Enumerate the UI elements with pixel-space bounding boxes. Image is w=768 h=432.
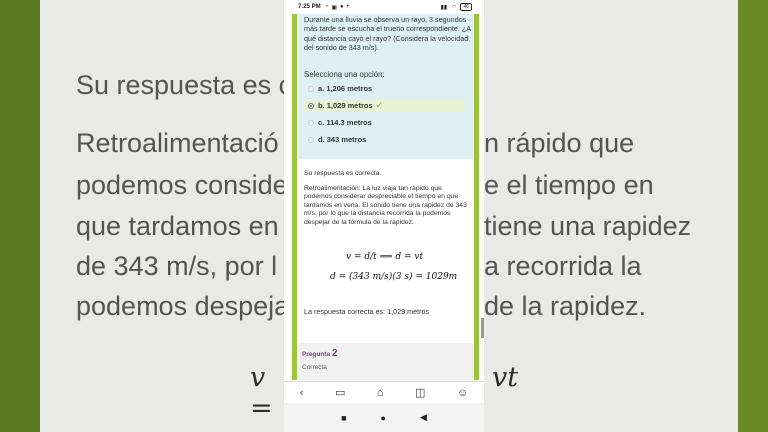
book-icon[interactable]: ▭: [335, 386, 345, 399]
pregunta-box[interactable]: Pregunta 2 Correcta: [298, 343, 473, 381]
formula-1: v = d/t ⟹ d = vt: [346, 252, 424, 262]
background-left-green-edge: [0, 0, 40, 432]
home-button-icon[interactable]: ●: [381, 413, 386, 423]
status-notification-icons: ◔ ▣ ● •: [325, 4, 349, 11]
radio-b[interactable]: [308, 102, 314, 109]
option-a[interactable]: a. 1,206 metros: [304, 82, 466, 95]
bg-line-3b: e el tiempo en: [484, 170, 654, 200]
bg-line-1: Su respuesta es c: [76, 70, 293, 100]
bg-line-5b: a recorrida la: [484, 251, 642, 281]
bg-line-6: podemos despeja: [76, 291, 290, 321]
bg-line-3: podemos conside: [76, 170, 288, 200]
scrollbar[interactable]: [481, 318, 484, 338]
bg-line-6b: de la rapidez.: [484, 291, 647, 321]
phone-screen: 7:25 PM ◔ ▣ ● • ▮▮ ◠ 46 Durante una lluv…: [284, 0, 484, 432]
radio-a[interactable]: [308, 85, 314, 92]
alarm-icon: ◔: [324, 3, 329, 10]
pregunta-number: 2: [331, 348, 338, 359]
select-option-label: Selecciona una opción:: [304, 70, 385, 79]
back-button-icon[interactable]: ◀: [420, 412, 427, 423]
status-right: ▮▮ ◠ 46: [441, 3, 472, 11]
question-box: Durante una lluvia se observa un rayo, 3…: [298, 14, 473, 159]
option-d[interactable]: d. 343 metros: [304, 133, 466, 146]
option-a-label: a. 1,206 metros: [318, 84, 373, 93]
recent-apps-icon[interactable]: ■: [341, 413, 346, 423]
option-b[interactable]: b. 1,029 metros ✓: [304, 99, 466, 112]
bg-line-2: Retroalimentació: [76, 128, 279, 158]
pregunta-text: Pregunta: [302, 351, 331, 358]
option-b-label: b. 1,029 metros: [318, 101, 373, 110]
browser-nav-bar: ‹ ▭ ⌂ ◫ ☺: [284, 381, 484, 403]
back-icon[interactable]: ‹: [300, 387, 304, 399]
option-d-label: d. 343 metros: [318, 135, 367, 144]
battery-icon: 46: [460, 3, 472, 11]
pregunta-state: Correcta: [302, 364, 327, 371]
background-right-green-edge: [738, 0, 768, 432]
page-left-green-border: [292, 14, 297, 380]
more-icon: •: [346, 3, 349, 10]
background-right-panel: n rápido que e el tiempo en tiene una ra…: [480, 0, 738, 432]
system-nav-bar: ■ ● ◀: [284, 403, 484, 432]
check-icon: ✓: [375, 100, 384, 110]
home-icon[interactable]: ⌂: [377, 387, 384, 399]
feedback-section: Su respuesta es correcta. Retroalimentac…: [298, 170, 473, 228]
bg-line-2b: n rápido que: [484, 128, 635, 158]
bg-line-4b: tiene una rapidez: [484, 211, 692, 241]
formula-2: d = (343 m/s)(3 s) = 1029m: [330, 272, 458, 282]
background-left-panel: Su respuesta es c Retroalimentació podem…: [40, 0, 294, 432]
bg-formula-right: vt: [492, 362, 519, 393]
radio-d[interactable]: [308, 136, 314, 143]
option-c-label: c. 114.3 metros: [318, 118, 372, 127]
status-bar: 7:25 PM ◔ ▣ ● • ▮▮ ◠ 46: [284, 0, 484, 14]
option-c[interactable]: c. 114.3 metros: [304, 116, 466, 129]
question-text: Durante una lluvia se observa un rayo, 3…: [304, 15, 471, 53]
wifi-icon: ◠: [451, 4, 457, 11]
signal-icon: ▮▮: [440, 4, 448, 11]
feedback-retro: Retroalimentación: La luz viaja tan rápi…: [304, 184, 467, 226]
feedback-result: Su respuesta es correcta.: [304, 170, 382, 177]
pregunta-label: Pregunta 2: [302, 348, 338, 359]
bg-line-5: de 343 m/s, por l: [76, 251, 278, 281]
page-right-green-border: [474, 14, 479, 380]
status-time: 7:25 PM: [298, 4, 321, 10]
game-icon[interactable]: ◫: [415, 386, 425, 399]
bg-line-4: que tardamos en: [76, 211, 279, 241]
notification-icon: ▣: [331, 4, 337, 11]
info-icon: ●: [339, 3, 344, 10]
radio-c[interactable]: [308, 119, 314, 126]
profile-icon[interactable]: ☺: [457, 387, 468, 399]
correct-answer: La respuesta correcta es: 1,029 metros: [304, 307, 430, 316]
